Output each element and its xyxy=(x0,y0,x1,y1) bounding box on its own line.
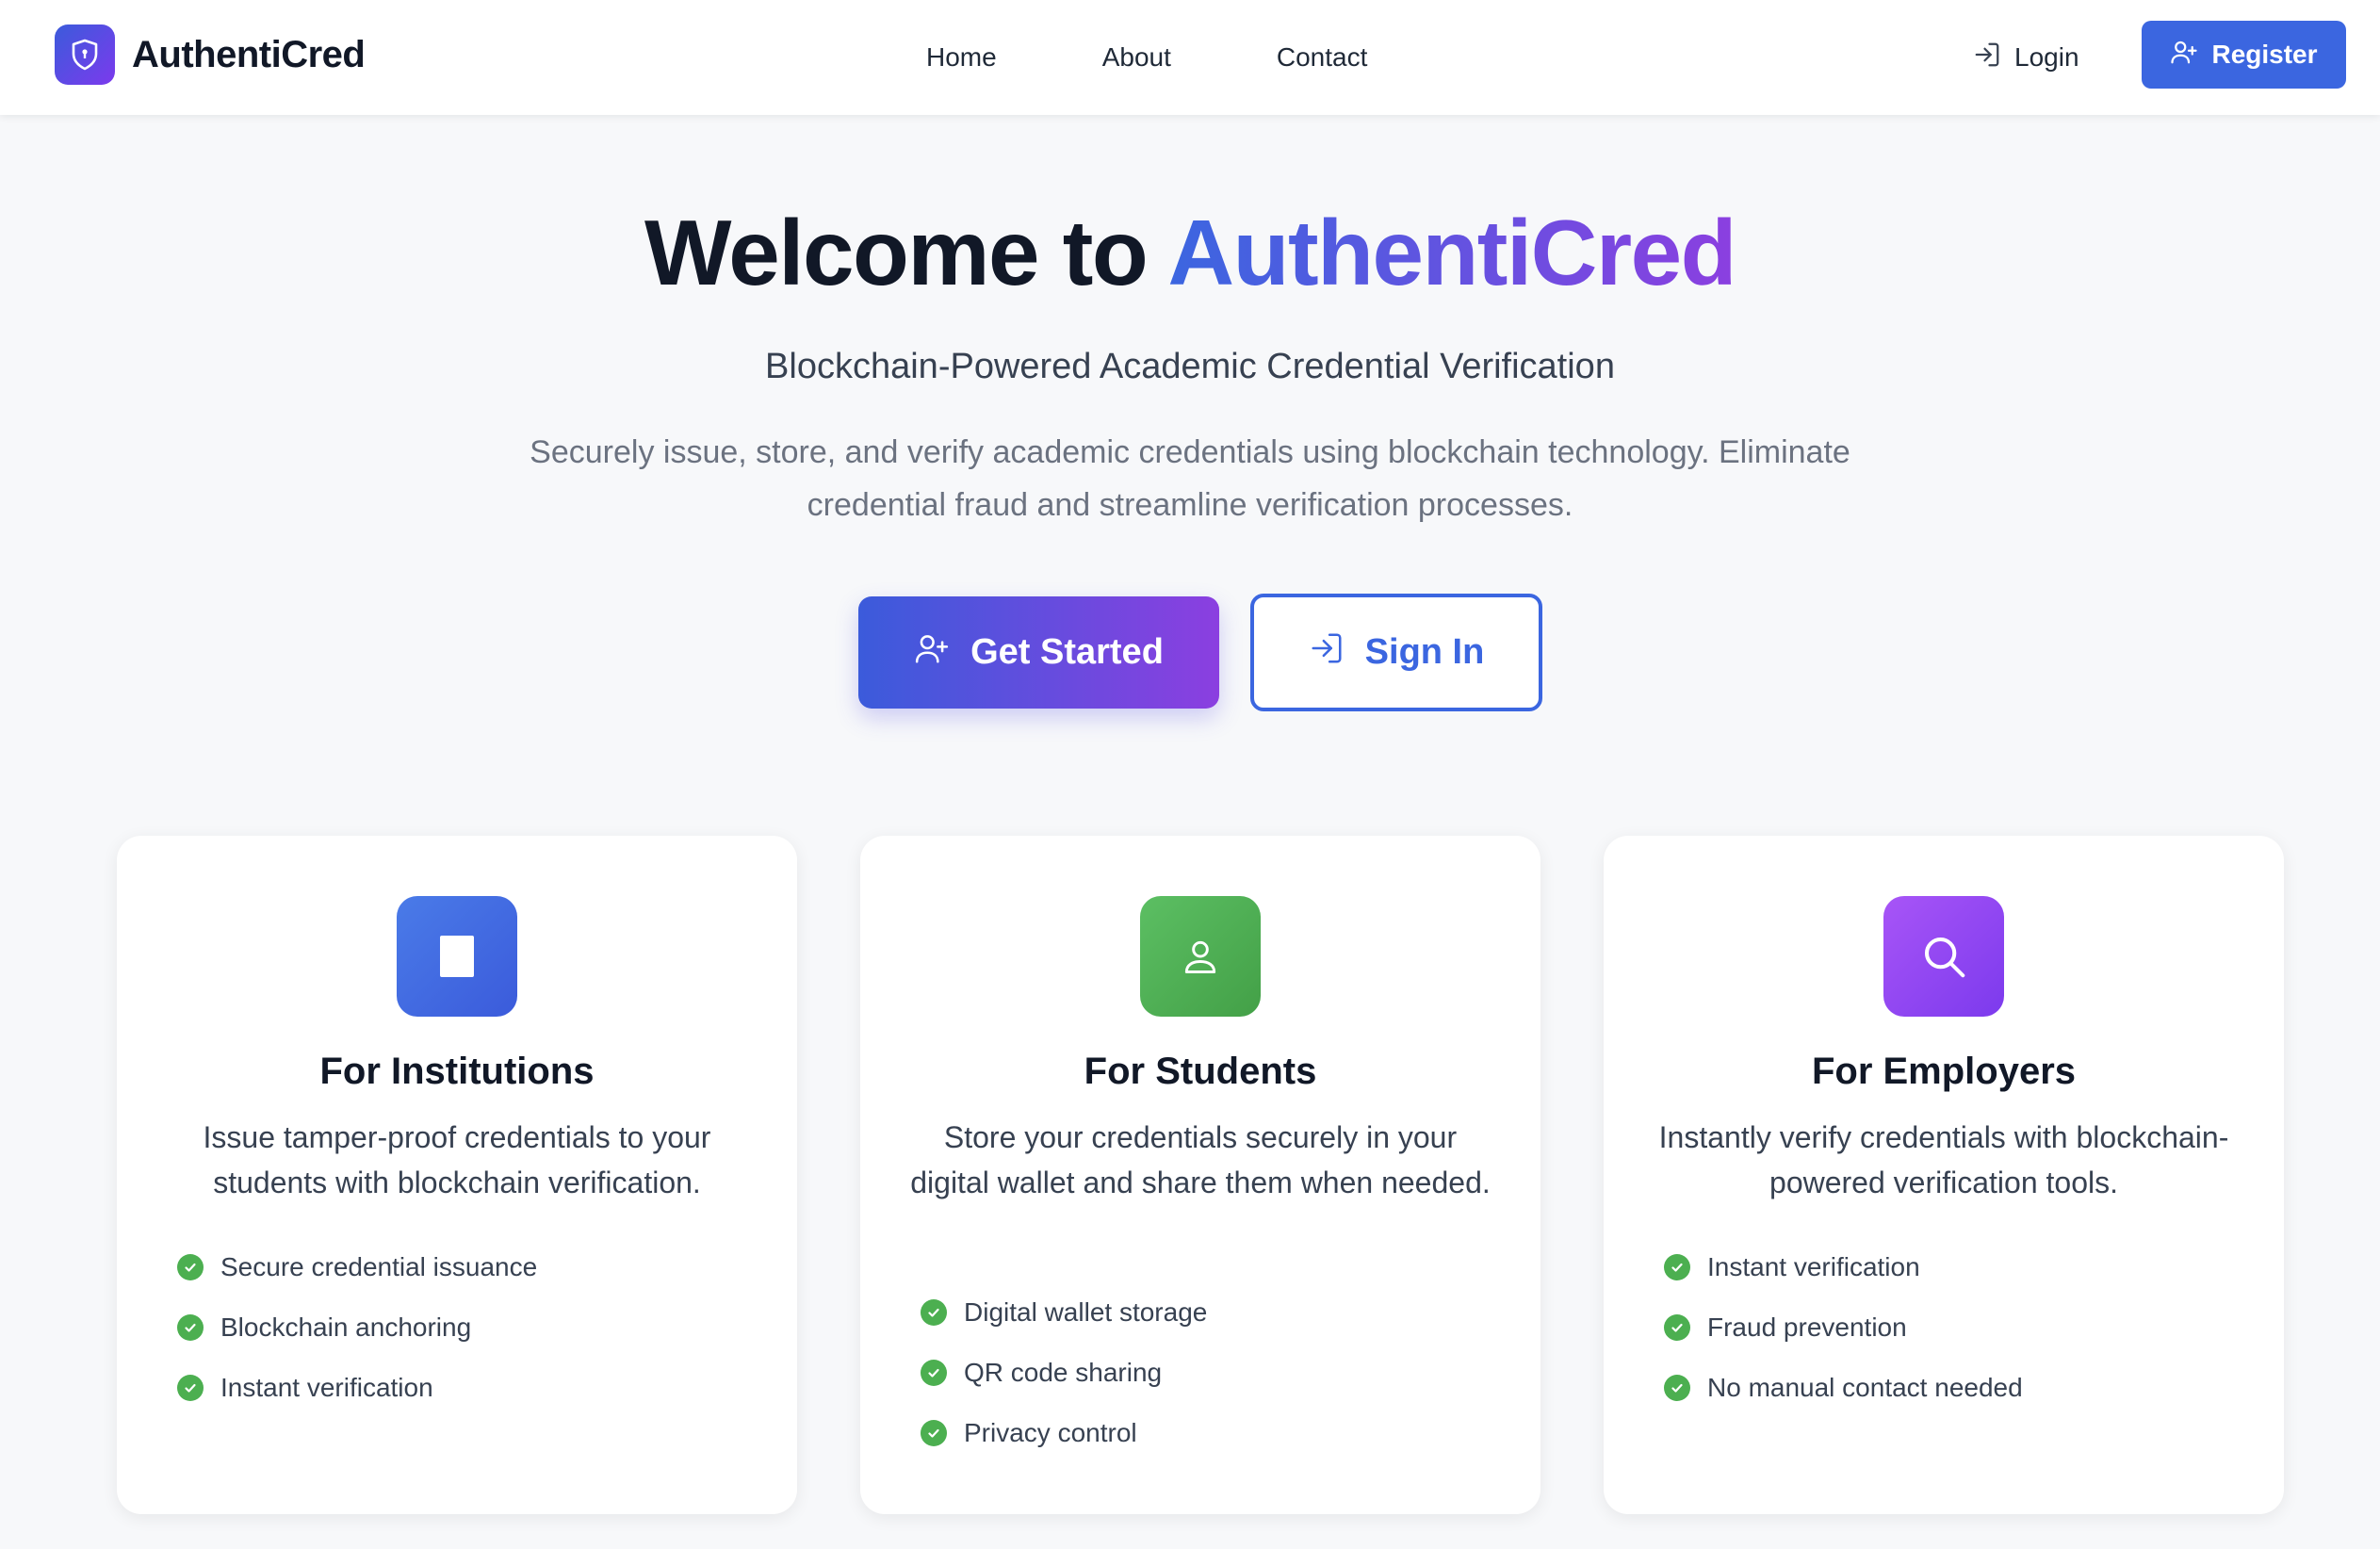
brand-name: AuthentiCred xyxy=(132,33,366,75)
hero-title-accent: AuthentiCred xyxy=(1167,201,1736,304)
sign-in-button[interactable]: Sign In xyxy=(1250,594,1542,711)
check-circle-icon xyxy=(1664,1375,1690,1401)
list-item: Instant verification xyxy=(1664,1237,2023,1297)
check-circle-icon xyxy=(1664,1314,1690,1341)
list-item: Fraud prevention xyxy=(1664,1297,2023,1358)
user-icon xyxy=(1140,896,1261,1017)
login-icon xyxy=(1973,41,2001,75)
nav-about[interactable]: About xyxy=(1102,42,1171,73)
nav-home[interactable]: Home xyxy=(926,42,997,73)
check-circle-icon xyxy=(177,1314,204,1341)
list-item: No manual contact needed xyxy=(1664,1358,2023,1418)
login-label: Login xyxy=(2014,42,2079,72)
card-description: Issue tamper-proof credentials to your s… xyxy=(203,1120,711,1199)
feature-list: Instant verification Fraud prevention No… xyxy=(1664,1237,2023,1418)
feature-list: Secure credential issuance Blockchain an… xyxy=(177,1237,537,1418)
card-students: For Students Store your credentials secu… xyxy=(860,836,1540,1514)
search-icon xyxy=(1883,896,2004,1017)
register-button[interactable]: Register xyxy=(2142,21,2346,89)
check-circle-icon xyxy=(177,1254,204,1280)
shield-icon xyxy=(55,24,115,85)
card-title: For Employers xyxy=(1811,1051,2077,1092)
list-item: Digital wallet storage xyxy=(921,1282,1207,1343)
check-circle-icon xyxy=(177,1375,204,1401)
hero-description: Securely issue, store, and verify academ… xyxy=(530,434,1850,523)
nav-contact[interactable]: Contact xyxy=(1277,42,1368,73)
hero-title: Welcome to AuthentiCred xyxy=(0,200,2380,306)
login-link[interactable]: Login xyxy=(1973,34,2079,81)
user-plus-icon xyxy=(2170,38,2198,73)
feature-label: Digital wallet storage xyxy=(964,1297,1208,1327)
top-navbar: AuthentiCred Home About Contact Login Re… xyxy=(0,0,2380,115)
feature-label: Instant verification xyxy=(1707,1252,1920,1281)
list-item: Privacy control xyxy=(921,1403,1207,1463)
check-circle-icon xyxy=(921,1299,947,1326)
sign-in-label: Sign In xyxy=(1364,632,1485,672)
card-title: For Institutions xyxy=(319,1051,595,1092)
hero-title-prefix: Welcome to xyxy=(644,201,1168,304)
main-nav: Home About Contact xyxy=(926,0,1367,115)
card-description: Instantly verify credentials with blockc… xyxy=(1658,1120,2229,1199)
feature-label: Privacy control xyxy=(964,1418,1137,1447)
feature-label: Instant verification xyxy=(220,1373,433,1402)
feature-label: No manual contact needed xyxy=(1707,1373,2023,1402)
check-circle-icon xyxy=(1664,1254,1690,1280)
feature-label: QR code sharing xyxy=(964,1358,1163,1387)
register-label: Register xyxy=(2211,40,2318,69)
feature-list: Digital wallet storage QR code sharing P… xyxy=(921,1282,1207,1463)
get-started-label: Get Started xyxy=(970,632,1164,672)
check-circle-icon xyxy=(921,1420,947,1446)
hero-subtitle: Blockchain-Powered Academic Credential V… xyxy=(765,347,1615,386)
card-title: For Students xyxy=(1084,1051,1317,1092)
feature-label: Blockchain anchoring xyxy=(220,1313,472,1342)
list-item: Blockchain anchoring xyxy=(177,1297,537,1358)
card-institutions: For Institutions Issue tamper-proof cred… xyxy=(117,836,797,1514)
user-plus-icon xyxy=(914,630,950,676)
card-description: Store your credentials securely in your … xyxy=(910,1120,1491,1199)
card-employers: For Employers Instantly verify credentia… xyxy=(1604,836,2284,1514)
list-item: Instant verification xyxy=(177,1358,537,1418)
brand[interactable]: AuthentiCred xyxy=(55,24,366,85)
list-item: QR code sharing xyxy=(921,1343,1207,1403)
feature-label: Secure credential issuance xyxy=(220,1252,538,1281)
login-icon xyxy=(1309,630,1345,676)
list-item: Secure credential issuance xyxy=(177,1237,537,1297)
get-started-button[interactable]: Get Started xyxy=(858,596,1219,709)
document-icon xyxy=(397,896,517,1017)
check-circle-icon xyxy=(921,1360,947,1386)
feature-label: Fraud prevention xyxy=(1707,1313,1907,1342)
